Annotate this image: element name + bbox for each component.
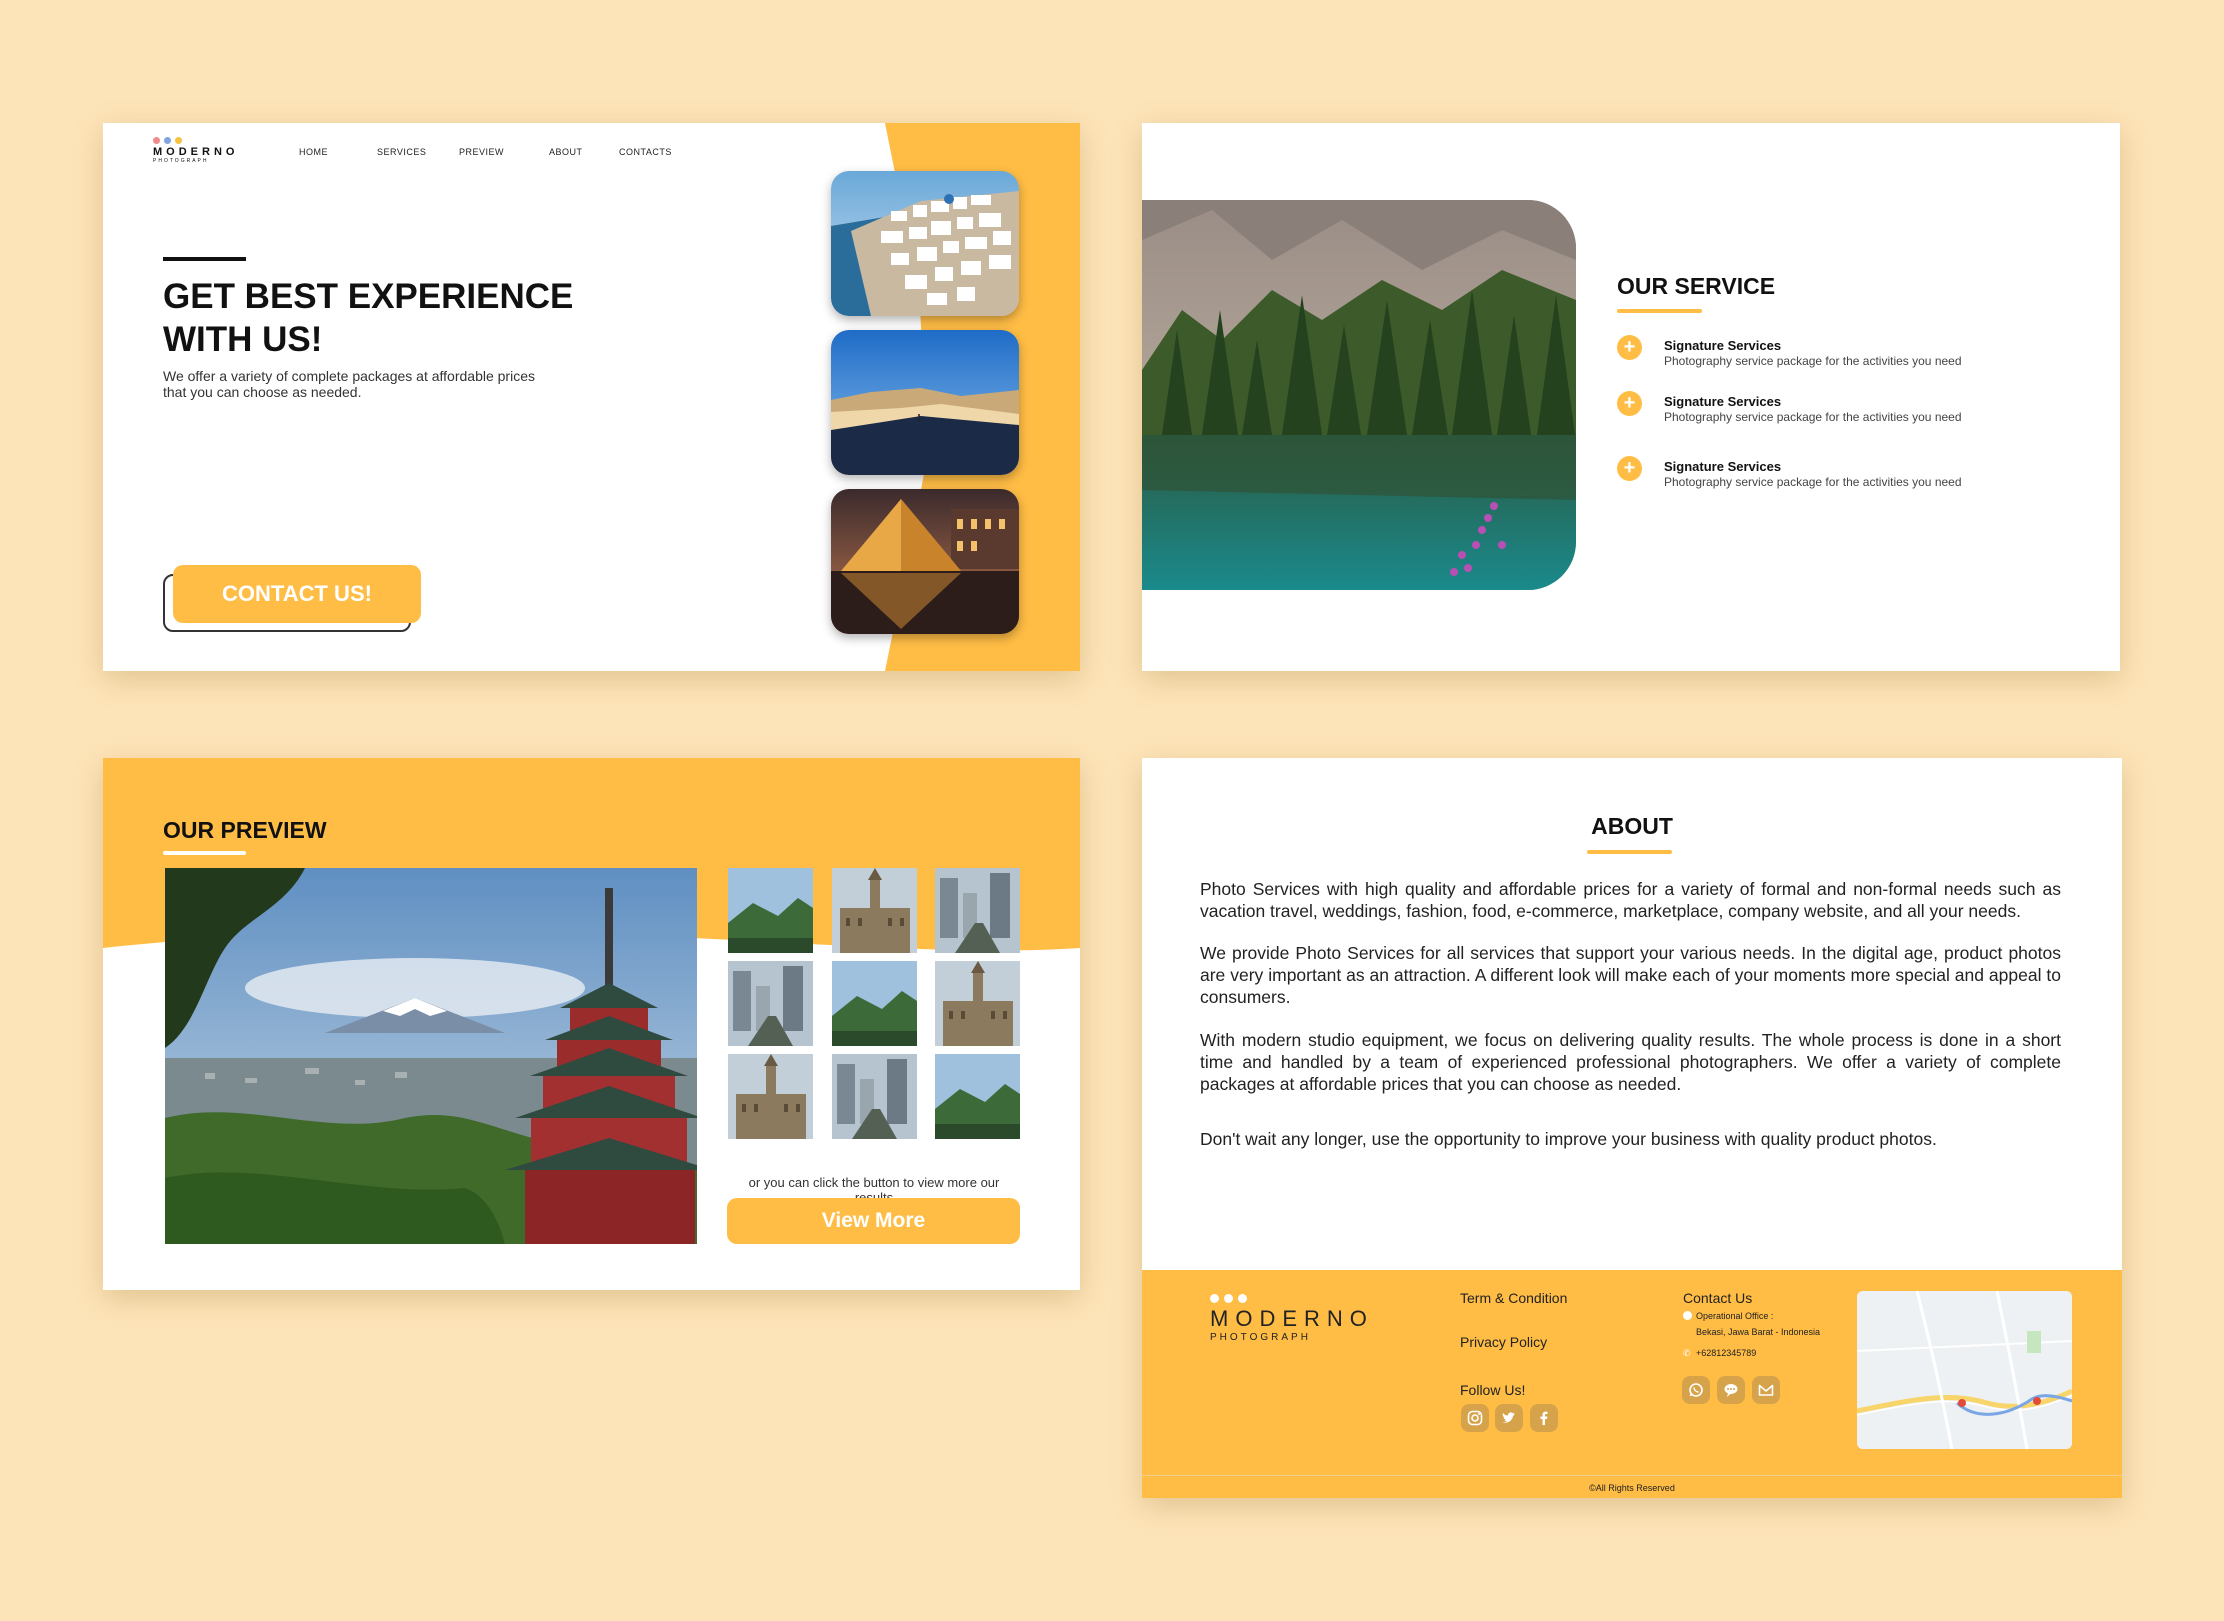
footer-contact-title: Contact Us: [1683, 1290, 1753, 1306]
hero-photo-santorini: [831, 171, 1019, 316]
instagram-icon[interactable]: [1461, 1404, 1489, 1432]
preview-main-photo[interactable]: [165, 868, 697, 1244]
about-panel: ABOUT Photo Services with high quality a…: [1142, 758, 2122, 1498]
service-underline: [1617, 309, 1702, 313]
nav-about[interactable]: ABOUT: [549, 147, 583, 157]
plus-icon[interactable]: +: [1617, 335, 1642, 360]
service-title: OUR SERVICE: [1617, 273, 1776, 299]
logo-subtext: PHOTOGRAPH: [153, 158, 209, 164]
nav-services[interactable]: SERVICES: [377, 147, 426, 157]
about-underline: [1587, 850, 1672, 854]
nav-preview[interactable]: PREVIEW: [459, 147, 504, 157]
footer-follow-label: Follow Us!: [1460, 1382, 1526, 1398]
hero-description: We offer a variety of complete packages …: [163, 368, 535, 400]
hero-bar: [163, 257, 246, 261]
chat-icon[interactable]: [1717, 1376, 1745, 1404]
contact-us-button[interactable]: CONTACT US!: [173, 565, 421, 623]
service-item-name: Signature Services: [1664, 459, 1782, 474]
phone-icon: ✆: [1683, 1348, 1691, 1358]
logo-text: MODERNO: [1210, 1306, 1374, 1331]
location-icon: [1683, 1311, 1692, 1320]
preview-thumb-parliament[interactable]: [728, 1054, 813, 1139]
about-paragraph: Photo Services with high quality and aff…: [1200, 879, 2061, 921]
footer-link-terms[interactable]: Term & Condition: [1460, 1290, 1567, 1306]
logo-text: MODERNO: [153, 146, 239, 158]
location-map[interactable]: [1857, 1291, 2072, 1449]
about-paragraph: With modern studio equipment, we focus o…: [1200, 1030, 2061, 1094]
footer-logo[interactable]: MODERNO PHOTOGRAPH: [1210, 1294, 1374, 1343]
footer-phone[interactable]: +62812345789: [1696, 1348, 1756, 1358]
whatsapp-icon[interactable]: [1682, 1376, 1710, 1404]
service-item[interactable]: + Signature Services Photography service…: [1617, 335, 1962, 368]
facebook-icon[interactable]: [1530, 1404, 1558, 1432]
about-title: ABOUT: [1591, 813, 1673, 839]
preview-thumb-mountain[interactable]: [935, 1054, 1020, 1139]
preview-thumb-parliament[interactable]: [935, 961, 1020, 1046]
hero-title: GET BEST EXPERIENCE WITH US!: [163, 277, 574, 359]
hero-photo-louvre: [831, 489, 1019, 634]
preview-thumb-city[interactable]: [832, 1054, 917, 1139]
hero-panel: MODERNO PHOTOGRAPH HOME SERVICES PREVIEW…: [103, 123, 1080, 671]
preview-thumb-city[interactable]: [935, 868, 1020, 953]
service-item-name: Signature Services: [1664, 394, 1782, 409]
service-item-desc: Photography service package for the acti…: [1664, 475, 1962, 489]
service-item-desc: Photography service package for the acti…: [1664, 354, 1962, 368]
preview-underline: [163, 851, 246, 855]
service-photo-lake: [1142, 200, 1576, 590]
service-panel: OUR SERVICE + Signature Services Photogr…: [1142, 123, 2120, 671]
preview-panel: OUR PREVIEW or you can click the button …: [103, 758, 1080, 1290]
service-item[interactable]: + Signature Services Photography service…: [1617, 391, 1962, 424]
logo-dots: [1210, 1294, 1374, 1303]
header-logo[interactable]: MODERNO PHOTOGRAPH: [153, 137, 238, 164]
mail-icon[interactable]: [1752, 1376, 1780, 1404]
twitter-icon[interactable]: [1495, 1404, 1523, 1432]
about-paragraph: We provide Photo Services for all servic…: [1200, 943, 2061, 1007]
footer-office-address: Bekasi, Jawa Barat - Indonesia: [1696, 1327, 1821, 1337]
nav-contacts[interactable]: CONTACTS: [619, 147, 672, 157]
logo-subtext: PHOTOGRAPH: [1210, 1332, 1311, 1343]
footer-office-label: Operational Office :: [1696, 1311, 1774, 1321]
service-item-name: Signature Services: [1664, 338, 1782, 353]
preview-thumb-mountain[interactable]: [728, 868, 813, 953]
plus-icon[interactable]: +: [1617, 456, 1642, 481]
footer: MODERNO PHOTOGRAPH Term & Condition Priv…: [1142, 1270, 2122, 1498]
hero-photo-desert: [831, 330, 1019, 475]
view-more-button[interactable]: View More: [727, 1198, 1020, 1244]
logo-dots: [153, 137, 238, 144]
preview-thumb-city[interactable]: [728, 961, 813, 1046]
nav-home[interactable]: HOME: [299, 147, 328, 157]
footer-link-privacy[interactable]: Privacy Policy: [1460, 1334, 1547, 1350]
preview-thumb-parliament[interactable]: [832, 868, 917, 953]
footer-divider: [1142, 1475, 2122, 1476]
preview-thumb-mountain[interactable]: [832, 961, 917, 1046]
service-item-desc: Photography service package for the acti…: [1664, 410, 1962, 424]
about-paragraph: Don't wait any longer, use the opportuni…: [1200, 1129, 1937, 1149]
preview-title: OUR PREVIEW: [163, 817, 327, 843]
service-item[interactable]: + Signature Services Photography service…: [1617, 456, 1962, 489]
copyright-text: ©All Rights Reserved: [1589, 1483, 1675, 1493]
plus-icon[interactable]: +: [1617, 391, 1642, 416]
